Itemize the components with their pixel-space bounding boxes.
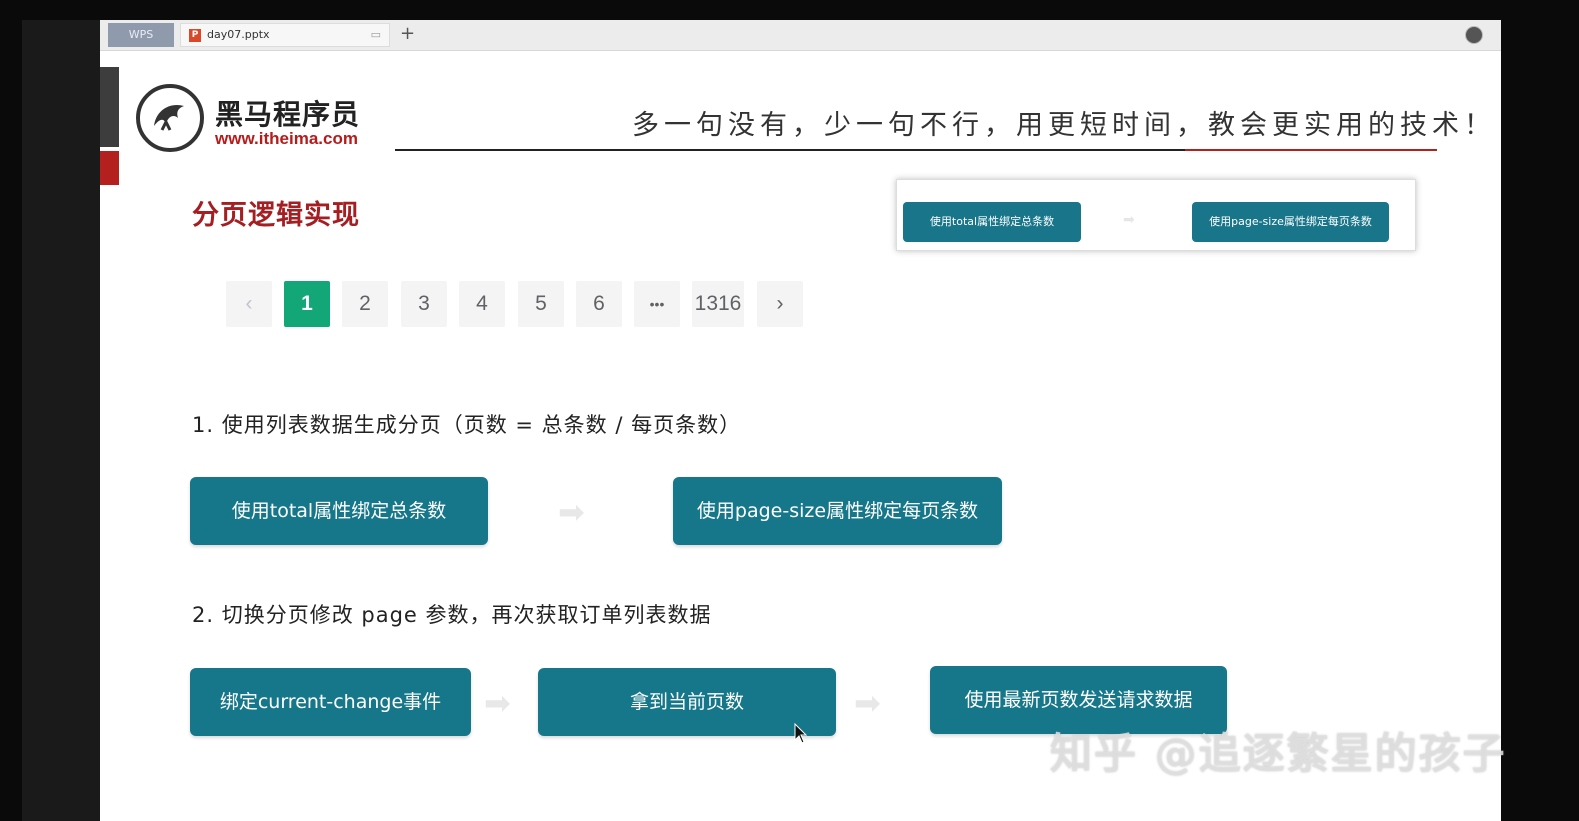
current-page-box: 拿到当前页数 [538, 668, 836, 736]
step-2-label: 2. 切换分页修改 page 参数，再次获取订单列表数据 [192, 603, 712, 627]
screen-border-left [0, 0, 22, 821]
slide-accent-red [100, 151, 119, 185]
watermark: 知乎 @追逐繁星的孩子 [1050, 729, 1507, 778]
page-3-button[interactable]: 3 [401, 281, 447, 327]
page-4-button[interactable]: 4 [459, 281, 505, 327]
page-6-button[interactable]: 6 [576, 281, 622, 327]
screen-border-top [0, 0, 1579, 20]
screen-border-right [1501, 0, 1579, 821]
next-page-button[interactable]: › [757, 281, 803, 327]
header-divider-accent [1185, 149, 1437, 151]
arrow-right-icon: ➡ [854, 684, 881, 722]
mini-flow-panel: 使用total属性绑定总条数 ➡ 使用page-size属性绑定每页条数 [896, 179, 1416, 251]
new-tab-button[interactable]: + [400, 23, 415, 45]
screen-icon[interactable]: ▭ [371, 28, 381, 41]
logo-url: www.itheima.com [215, 129, 358, 148]
mini-page-size-box: 使用page-size属性绑定每页条数 [1192, 202, 1389, 242]
total-binding-box: 使用total属性绑定总条数 [190, 477, 488, 545]
horse-logo-icon [136, 84, 204, 152]
tab-bar: WPS P day07.pptx ▭ + [100, 20, 1501, 51]
tab-file[interactable]: P day07.pptx ▭ [180, 23, 390, 47]
mouse-cursor-icon [794, 723, 808, 744]
page-size-binding-box: 使用page-size属性绑定每页条数 [673, 477, 1002, 545]
prev-page-button[interactable]: ‹ [226, 281, 272, 327]
arrow-right-icon: ➡ [558, 493, 585, 531]
pptx-icon: P [189, 29, 201, 42]
tab-file-label: day07.pptx [207, 28, 270, 41]
tab-wps[interactable]: WPS [108, 23, 174, 47]
arrow-right-icon: ➡ [1123, 212, 1135, 228]
page-2-button[interactable]: 2 [342, 281, 388, 327]
current-change-box: 绑定current-change事件 [190, 668, 471, 736]
mini-total-box: 使用total属性绑定总条数 [903, 202, 1081, 242]
step-1-label: 1. 使用列表数据生成分页（页数 = 总条数 / 每页条数） [192, 413, 742, 437]
window-edge [22, 20, 100, 821]
last-page-button[interactable]: 1316 [692, 281, 744, 327]
logo-text: 黑马程序员 [215, 98, 361, 131]
slide-title: 分页逻辑实现 [192, 200, 360, 231]
page-1-button[interactable]: 1 [284, 281, 330, 327]
more-pages-button[interactable]: ••• [634, 281, 680, 327]
page-5-button[interactable]: 5 [518, 281, 564, 327]
slogan: 多一句没有，少一句不行，用更短时间，教会更实用的技术！ [632, 110, 1496, 141]
avatar[interactable] [1465, 26, 1483, 44]
slide-canvas: 黑马程序员 www.itheima.com 多一句没有，少一句不行，用更短时间，… [100, 51, 1501, 821]
slide-accent-dark [100, 67, 119, 147]
arrow-right-icon: ➡ [484, 684, 511, 722]
